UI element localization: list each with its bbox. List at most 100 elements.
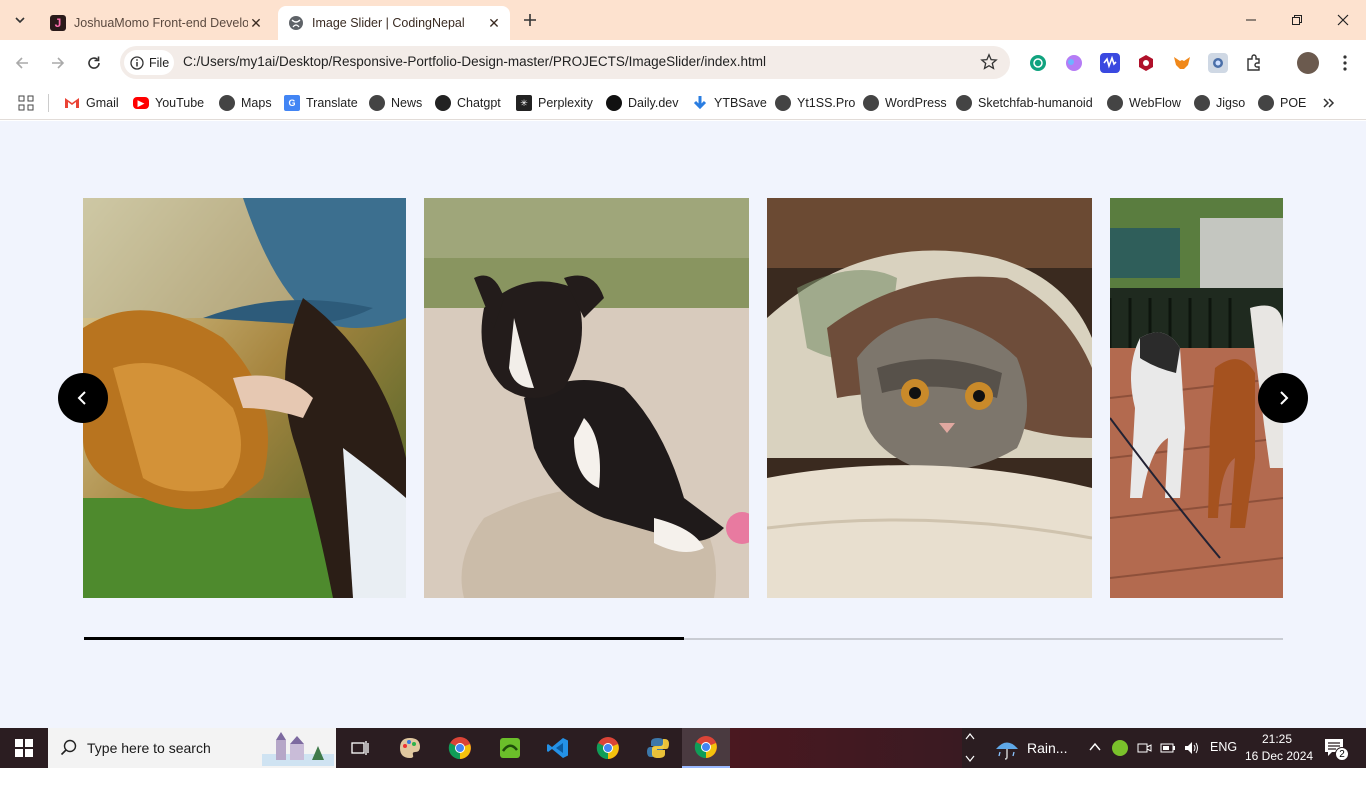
castle-illustration-icon (262, 732, 334, 766)
extensions-puzzle-icon[interactable] (1244, 53, 1264, 73)
show-hidden-icons-button[interactable] (1088, 740, 1102, 759)
next-slide-button[interactable] (1258, 373, 1308, 423)
taskbar-app-paint[interactable] (386, 728, 434, 768)
url-text[interactable]: C:/Users/my1ai/Desktop/Responsive-Portfo… (183, 54, 766, 69)
profile-avatar[interactable] (1297, 52, 1319, 74)
chatgpt-icon (435, 95, 451, 111)
close-tab-icon[interactable]: ✕ (248, 15, 264, 31)
chevron-right-icon (1280, 391, 1289, 405)
minimize-button[interactable] (1228, 0, 1274, 40)
bookmark-label: YouTube (155, 96, 205, 110)
joshuamomo-favicon-icon: J (50, 15, 66, 31)
taskbar-app-chrome-profile-2[interactable] (584, 728, 632, 768)
plus-icon (524, 14, 536, 26)
slide-kitten-under-blanket[interactable] (767, 198, 1092, 598)
notification-count-badge: 2 (1335, 747, 1349, 761)
tab-title: Image Slider | CodingNepal (312, 16, 465, 30)
bookmark-label: WebFlow (1129, 96, 1181, 110)
bookmark-sketchfab[interactable]: Sketchfab-humanoid (956, 92, 1093, 114)
bookmark-translate[interactable]: G Translate (284, 92, 358, 114)
chatgpt-extension-icon[interactable] (1028, 53, 1048, 73)
taskbar-app-chrome-active[interactable] (682, 728, 730, 768)
bookmark-chatgpt[interactable]: Chatgpt (435, 92, 501, 114)
bookmark-label: Daily.dev (628, 96, 679, 110)
restore-button[interactable] (1274, 0, 1320, 40)
screen-bottom-area (0, 768, 1366, 805)
taskbar-search-box[interactable]: Type here to search (48, 728, 336, 768)
bookmark-yt1sspro[interactable]: Yt1SS.Pro (775, 92, 855, 114)
tray-app-icon[interactable] (1112, 740, 1128, 756)
meet-now-icon[interactable] (1136, 740, 1152, 756)
task-view-button[interactable] (336, 728, 384, 768)
double-chevron-right-icon (1323, 98, 1335, 108)
more-bookmarks-button[interactable] (1322, 92, 1336, 114)
taskbar-app-python[interactable] (634, 728, 682, 768)
bookmark-label: Maps (241, 96, 272, 110)
address-bar[interactable]: File C:/Users/my1ai/Desktop/Responsive-P… (120, 46, 1010, 79)
weather-label[interactable]: Rain... (1027, 740, 1067, 756)
camera-extension-icon[interactable] (1208, 53, 1228, 73)
bookmark-label: Jigso (1216, 96, 1246, 110)
slide-woman-with-golden-retriever[interactable] (83, 198, 406, 598)
weather-widget[interactable] (994, 738, 1020, 765)
close-tab-icon[interactable]: ✕ (486, 15, 502, 31)
site-info-chip[interactable]: File (124, 50, 174, 75)
bookmark-wordpress[interactable]: WordPress (863, 92, 947, 114)
slider-scrollbar-track[interactable] (84, 637, 1283, 640)
back-button[interactable] (8, 49, 36, 77)
globe-icon (369, 95, 385, 111)
gmail-icon (64, 95, 80, 111)
bookmark-gmail[interactable]: Gmail (64, 92, 119, 114)
bookmark-webflow[interactable]: WebFlow (1107, 92, 1181, 114)
slider-scrollbar-thumb[interactable] (84, 637, 684, 640)
translate-icon: G (284, 95, 300, 111)
download-icon (692, 95, 708, 111)
page-content (0, 121, 1366, 728)
browser-toolbar: File C:/Users/my1ai/Desktop/Responsive-P… (0, 40, 1366, 86)
vscode-icon (547, 738, 568, 758)
bookmark-label: WordPress (885, 96, 947, 110)
audio-extension-icon[interactable] (1100, 53, 1120, 73)
metamask-extension-icon[interactable] (1172, 53, 1192, 73)
tab-search-button[interactable] (8, 8, 32, 32)
bookmark-ytbsave[interactable]: YTBSave (692, 92, 767, 114)
menu-kebab-icon[interactable] (1335, 53, 1355, 73)
taskbar-app-chrome-profile-1[interactable] (436, 728, 484, 768)
chevron-down-icon (965, 755, 975, 762)
arrow-left-icon (15, 57, 28, 69)
bookmark-youtube[interactable]: ▶ YouTube (133, 92, 204, 114)
bookmark-poe[interactable]: POE (1258, 92, 1306, 114)
task-view-icon (351, 741, 369, 755)
taskbar-app-green-tool[interactable] (486, 728, 534, 768)
bookmark-perplexity[interactable]: ✳ Perplexity (516, 92, 593, 114)
shield-extension-icon[interactable] (1136, 53, 1156, 73)
taskbar-app-vscode[interactable] (534, 728, 582, 768)
language-indicator[interactable]: ENG (1210, 740, 1237, 754)
close-window-button[interactable] (1320, 0, 1366, 40)
speaker-icon[interactable] (1183, 740, 1201, 756)
brain-extension-icon[interactable] (1064, 53, 1084, 73)
bookmark-star-icon[interactable] (980, 53, 998, 71)
bookmark-label: YTBSave (714, 96, 767, 110)
forward-button[interactable] (44, 49, 72, 77)
reload-button[interactable] (80, 49, 108, 77)
bookmark-label: Perplexity (538, 96, 593, 110)
notification-center-button[interactable]: 2 (1324, 738, 1349, 763)
bookmark-dailydev[interactable]: Daily.dev (606, 92, 678, 114)
taskbar-scroll-buttons[interactable] (962, 728, 978, 768)
bookmark-jigso[interactable]: Jigso (1194, 92, 1245, 114)
apps-button[interactable] (18, 92, 34, 114)
start-button[interactable] (0, 728, 48, 768)
tab-joshuamomo[interactable]: J JoshuaMomo Front-end Develo ✕ (40, 6, 272, 40)
bookmark-news[interactable]: News (369, 92, 422, 114)
clock-date[interactable]: 16 Dec 2024 (1245, 749, 1313, 763)
clock-time[interactable]: 21:25 (1262, 732, 1292, 746)
bookmark-label: Gmail (86, 96, 119, 110)
prev-slide-button[interactable] (58, 373, 108, 423)
slide-puppy-on-sand[interactable] (424, 198, 749, 598)
new-tab-button[interactable] (518, 8, 542, 32)
battery-icon[interactable] (1159, 740, 1177, 756)
bookmark-maps[interactable]: Maps (219, 92, 272, 114)
info-icon (130, 55, 144, 70)
tab-image-slider[interactable]: Image Slider | CodingNepal ✕ (278, 6, 510, 40)
